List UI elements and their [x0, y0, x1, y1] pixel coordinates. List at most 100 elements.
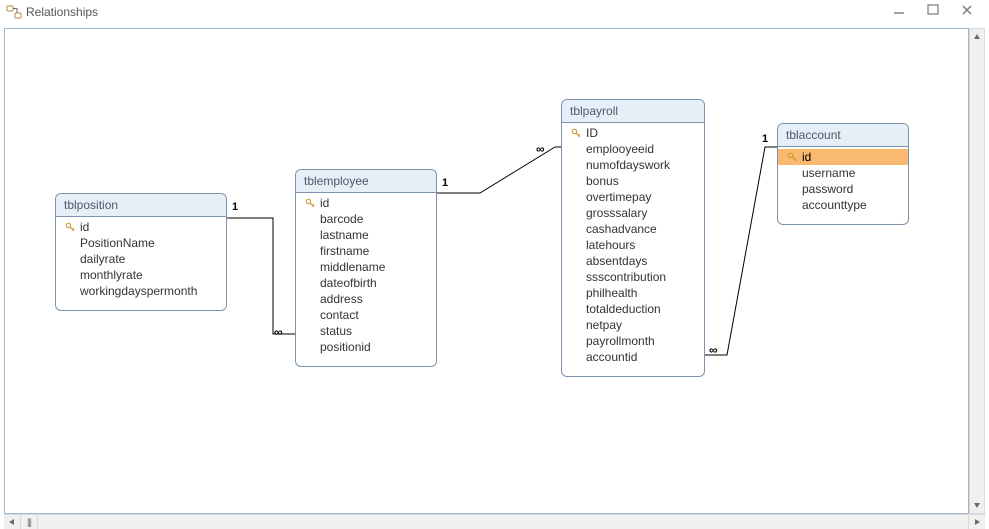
- minimize-button[interactable]: [887, 2, 911, 18]
- field-name: latehours: [584, 238, 635, 252]
- field-name: contact: [318, 308, 359, 322]
- field-name: totaldeduction: [584, 302, 661, 316]
- table-field[interactable]: lastname: [296, 227, 436, 243]
- primary-key-icon: [62, 222, 78, 233]
- field-name: philhealth: [584, 286, 637, 300]
- table-header[interactable]: tblpayroll: [562, 100, 704, 123]
- field-name: emplooyeeid: [584, 142, 654, 156]
- field-name: numofdayswork: [584, 158, 670, 172]
- field-name: firstname: [318, 244, 369, 258]
- primary-key-icon: [302, 198, 318, 209]
- table-field[interactable]: username: [778, 165, 908, 181]
- table-field[interactable]: cashadvance: [562, 221, 704, 237]
- table-field[interactable]: netpay: [562, 317, 704, 333]
- field-name: absentdays: [584, 254, 647, 268]
- primary-key-icon: [65, 222, 76, 233]
- window-title: Relationships: [26, 5, 98, 19]
- field-name: id: [318, 196, 329, 210]
- primary-key-icon: [568, 128, 584, 139]
- scroll-left-icon[interactable]: [4, 515, 21, 529]
- table-field[interactable]: address: [296, 291, 436, 307]
- field-name: address: [318, 292, 363, 306]
- table-field[interactable]: philhealth: [562, 285, 704, 301]
- table-field[interactable]: absentdays: [562, 253, 704, 269]
- primary-key-icon: [305, 198, 316, 209]
- table-field[interactable]: contact: [296, 307, 436, 323]
- field-name: workingdayspermonth: [78, 284, 197, 298]
- field-name: accountid: [584, 350, 637, 364]
- table-field-list: ID emplooyeeid numofdayswork bonusovertimep…: [562, 123, 704, 367]
- relationships-window: Relationships: [0, 0, 989, 529]
- field-name: middlename: [318, 260, 385, 274]
- field-name: netpay: [584, 318, 622, 332]
- table-field[interactable]: PositionName: [56, 235, 226, 251]
- field-name: id: [800, 150, 811, 164]
- table-field[interactable]: barcode: [296, 211, 436, 227]
- field-name: password: [800, 182, 853, 196]
- field-name: barcode: [318, 212, 363, 226]
- table-tblpayroll[interactable]: tblpayroll ID emplooyeeid numofdayswork bon…: [561, 99, 705, 377]
- table-field[interactable]: latehours: [562, 237, 704, 253]
- table-field[interactable]: totaldeduction: [562, 301, 704, 317]
- cardinality-one: 1: [232, 201, 238, 213]
- table-field[interactable]: numofdayswork: [562, 157, 704, 173]
- field-name: lastname: [318, 228, 369, 242]
- table-field[interactable]: grosssalary: [562, 205, 704, 221]
- table-field[interactable]: ID: [562, 125, 704, 141]
- cardinality-one: 1: [762, 133, 768, 145]
- relationships-icon: [6, 4, 22, 20]
- field-name: grosssalary: [584, 206, 647, 220]
- table-header[interactable]: tblemployee: [296, 170, 436, 193]
- scroll-right-icon[interactable]: [968, 515, 985, 529]
- table-field[interactable]: emplooyeeid: [562, 141, 704, 157]
- table-header[interactable]: tblaccount: [778, 124, 908, 147]
- field-name: bonus: [584, 174, 619, 188]
- table-field[interactable]: ssscontribution: [562, 269, 704, 285]
- vertical-scrollbar[interactable]: [969, 28, 985, 514]
- scroll-up-icon[interactable]: [970, 29, 984, 45]
- table-field[interactable]: monthlyrate: [56, 267, 226, 283]
- table-field[interactable]: status: [296, 323, 436, 339]
- relationship-canvas[interactable]: 1 ∞ 1 ∞ ∞ 1 tblposition idPositionNameda…: [4, 28, 969, 514]
- table-field[interactable]: bonus: [562, 173, 704, 189]
- field-name: username: [800, 166, 855, 180]
- scroll-ruler-icon[interactable]: |||: [21, 515, 38, 529]
- table-field[interactable]: positionid: [296, 339, 436, 355]
- primary-key-icon: [787, 152, 798, 163]
- table-field[interactable]: firstname: [296, 243, 436, 259]
- field-name: PositionName: [78, 236, 155, 250]
- maximize-button[interactable]: [921, 2, 945, 18]
- table-field[interactable]: id: [296, 195, 436, 211]
- table-field[interactable]: workingdayspermonth: [56, 283, 226, 299]
- table-field-list: id barcode lastname firstname middlenamedate…: [296, 193, 436, 357]
- table-field-list: id PositionNamedailyratemonthlyrate workin…: [56, 217, 226, 301]
- table-field[interactable]: dailyrate: [56, 251, 226, 267]
- field-name: monthlyrate: [78, 268, 143, 282]
- field-name: accounttype: [800, 198, 867, 212]
- table-field[interactable]: middlename: [296, 259, 436, 275]
- table-field[interactable]: payrollmonth: [562, 333, 704, 349]
- cardinality-many: ∞: [709, 343, 718, 357]
- cardinality-many: ∞: [536, 142, 545, 156]
- table-field[interactable]: dateofbirth: [296, 275, 436, 291]
- table-tblaccount[interactable]: tblaccount id username password accounttype: [777, 123, 909, 225]
- table-field[interactable]: password: [778, 181, 908, 197]
- table-field[interactable]: accountid: [562, 349, 704, 365]
- field-name: ID: [584, 126, 598, 140]
- field-name: payrollmonth: [584, 334, 655, 348]
- horizontal-scrollbar[interactable]: |||: [4, 514, 985, 529]
- table-field[interactable]: id: [56, 219, 226, 235]
- table-field[interactable]: id: [778, 149, 908, 165]
- scroll-down-icon[interactable]: [970, 497, 984, 513]
- table-header[interactable]: tblposition: [56, 194, 226, 217]
- field-name: cashadvance: [584, 222, 657, 236]
- table-field[interactable]: overtimepay: [562, 189, 704, 205]
- titlebar[interactable]: Relationships: [0, 0, 989, 24]
- cardinality-one: 1: [442, 177, 448, 189]
- close-button[interactable]: [955, 2, 979, 18]
- cardinality-many: ∞: [274, 325, 283, 339]
- table-tblposition[interactable]: tblposition id PositionNamedailyratemonth…: [55, 193, 227, 311]
- field-name: id: [78, 220, 89, 234]
- table-field[interactable]: accounttype: [778, 197, 908, 213]
- table-tblemployee[interactable]: tblemployee id barcode lastname firstname mi…: [295, 169, 437, 367]
